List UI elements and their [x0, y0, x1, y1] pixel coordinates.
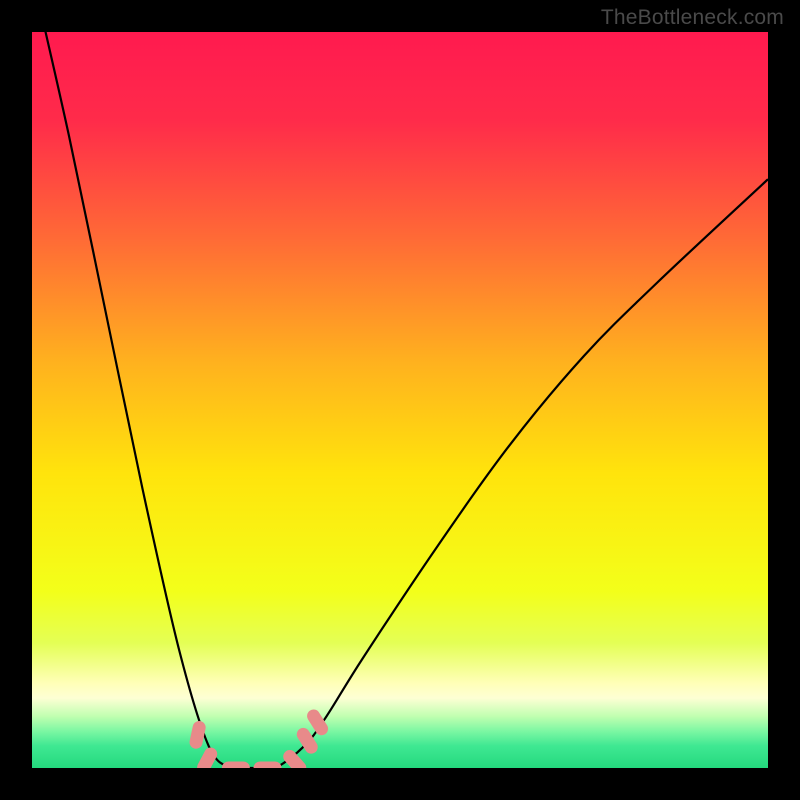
valley-marker — [254, 762, 282, 769]
valley-marker — [188, 720, 207, 750]
valley-marker — [195, 745, 220, 768]
plot-area — [32, 32, 768, 768]
valley-marker — [281, 747, 309, 768]
curve-markers — [188, 707, 330, 768]
chart-container: TheBottleneck.com — [0, 0, 800, 800]
watermark-text: TheBottleneck.com — [601, 6, 784, 30]
valley-marker — [222, 762, 250, 769]
bottleneck-curve — [32, 32, 768, 768]
curve-layer — [32, 32, 768, 768]
